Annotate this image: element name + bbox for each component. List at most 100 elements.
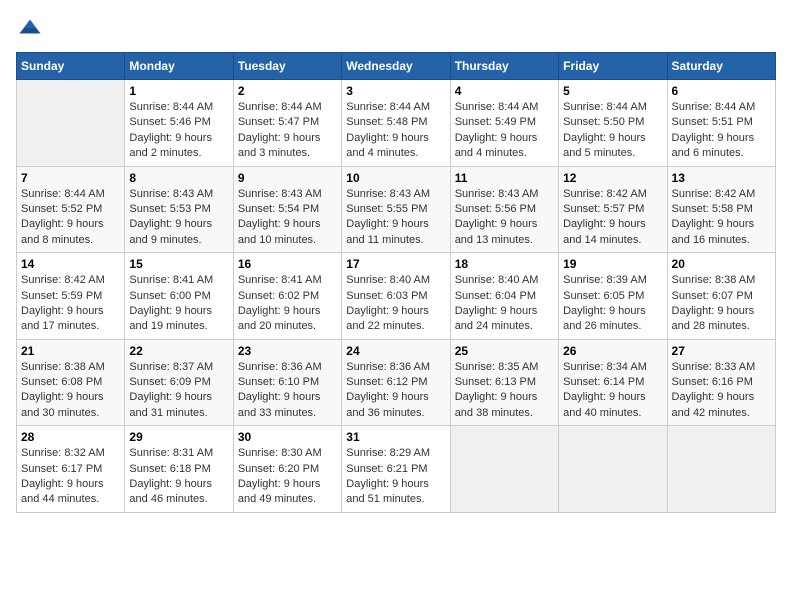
calendar-cell: 6 Sunrise: 8:44 AM Sunset: 5:51 PM Dayli… <box>667 80 775 167</box>
sunrise: Sunrise: 8:42 AM <box>563 188 647 200</box>
calendar-cell: 1 Sunrise: 8:44 AM Sunset: 5:46 PM Dayli… <box>125 80 233 167</box>
sunset: Sunset: 6:16 PM <box>672 376 753 388</box>
sunset: Sunset: 6:00 PM <box>129 290 210 302</box>
sunset: Sunset: 6:12 PM <box>346 376 427 388</box>
sunset: Sunset: 6:21 PM <box>346 463 427 475</box>
day-header-monday: Monday <box>125 53 233 80</box>
calendar-cell: 30 Sunrise: 8:30 AM Sunset: 6:20 PM Dayl… <box>233 426 341 513</box>
calendar-body: 1 Sunrise: 8:44 AM Sunset: 5:46 PM Dayli… <box>17 80 776 513</box>
sunset: Sunset: 6:03 PM <box>346 290 427 302</box>
day-info: Sunrise: 8:41 AM Sunset: 6:00 PM Dayligh… <box>129 273 228 335</box>
day-number: 2 <box>238 84 337 98</box>
sunrise: Sunrise: 8:36 AM <box>238 361 322 373</box>
days-header-row: SundayMondayTuesdayWednesdayThursdayFrid… <box>17 53 776 80</box>
daylight: Daylight: 9 hours and 2 minutes. <box>129 132 212 159</box>
day-info: Sunrise: 8:42 AM Sunset: 5:57 PM Dayligh… <box>563 187 662 249</box>
day-number: 19 <box>563 257 662 271</box>
day-header-tuesday: Tuesday <box>233 53 341 80</box>
logo-icon <box>16 16 44 44</box>
day-number: 8 <box>129 171 228 185</box>
sunset: Sunset: 6:18 PM <box>129 463 210 475</box>
day-info: Sunrise: 8:42 AM Sunset: 5:59 PM Dayligh… <box>21 273 120 335</box>
day-info: Sunrise: 8:44 AM Sunset: 5:46 PM Dayligh… <box>129 100 228 162</box>
day-number: 14 <box>21 257 120 271</box>
daylight: Daylight: 9 hours and 22 minutes. <box>346 305 429 332</box>
day-info: Sunrise: 8:33 AM Sunset: 6:16 PM Dayligh… <box>672 360 771 422</box>
daylight: Daylight: 9 hours and 44 minutes. <box>21 478 104 505</box>
calendar-cell <box>450 426 558 513</box>
day-number: 5 <box>563 84 662 98</box>
day-number: 23 <box>238 344 337 358</box>
daylight: Daylight: 9 hours and 30 minutes. <box>21 391 104 418</box>
sunset: Sunset: 5:57 PM <box>563 203 644 215</box>
day-info: Sunrise: 8:36 AM Sunset: 6:12 PM Dayligh… <box>346 360 445 422</box>
day-number: 13 <box>672 171 771 185</box>
day-info: Sunrise: 8:34 AM Sunset: 6:14 PM Dayligh… <box>563 360 662 422</box>
sunset: Sunset: 5:56 PM <box>455 203 536 215</box>
calendar-week-2: 7 Sunrise: 8:44 AM Sunset: 5:52 PM Dayli… <box>17 166 776 253</box>
daylight: Daylight: 9 hours and 19 minutes. <box>129 305 212 332</box>
day-header-saturday: Saturday <box>667 53 775 80</box>
sunrise: Sunrise: 8:40 AM <box>346 274 430 286</box>
sunrise: Sunrise: 8:44 AM <box>346 101 430 113</box>
day-info: Sunrise: 8:39 AM Sunset: 6:05 PM Dayligh… <box>563 273 662 335</box>
sunrise: Sunrise: 8:44 AM <box>21 188 105 200</box>
sunrise: Sunrise: 8:29 AM <box>346 447 430 459</box>
sunset: Sunset: 5:51 PM <box>672 116 753 128</box>
day-info: Sunrise: 8:42 AM Sunset: 5:58 PM Dayligh… <box>672 187 771 249</box>
day-header-wednesday: Wednesday <box>342 53 450 80</box>
day-info: Sunrise: 8:43 AM Sunset: 5:53 PM Dayligh… <box>129 187 228 249</box>
day-number: 15 <box>129 257 228 271</box>
sunset: Sunset: 5:53 PM <box>129 203 210 215</box>
daylight: Daylight: 9 hours and 6 minutes. <box>672 132 755 159</box>
sunrise: Sunrise: 8:32 AM <box>21 447 105 459</box>
day-number: 29 <box>129 430 228 444</box>
calendar-cell: 17 Sunrise: 8:40 AM Sunset: 6:03 PM Dayl… <box>342 253 450 340</box>
sunset: Sunset: 5:50 PM <box>563 116 644 128</box>
calendar-week-5: 28 Sunrise: 8:32 AM Sunset: 6:17 PM Dayl… <box>17 426 776 513</box>
day-info: Sunrise: 8:36 AM Sunset: 6:10 PM Dayligh… <box>238 360 337 422</box>
calendar-cell: 11 Sunrise: 8:43 AM Sunset: 5:56 PM Dayl… <box>450 166 558 253</box>
daylight: Daylight: 9 hours and 3 minutes. <box>238 132 321 159</box>
sunset: Sunset: 6:09 PM <box>129 376 210 388</box>
day-info: Sunrise: 8:43 AM Sunset: 5:55 PM Dayligh… <box>346 187 445 249</box>
calendar-cell: 8 Sunrise: 8:43 AM Sunset: 5:53 PM Dayli… <box>125 166 233 253</box>
day-number: 6 <box>672 84 771 98</box>
day-info: Sunrise: 8:44 AM Sunset: 5:49 PM Dayligh… <box>455 100 554 162</box>
calendar-cell: 29 Sunrise: 8:31 AM Sunset: 6:18 PM Dayl… <box>125 426 233 513</box>
day-info: Sunrise: 8:30 AM Sunset: 6:20 PM Dayligh… <box>238 446 337 508</box>
day-number: 25 <box>455 344 554 358</box>
day-info: Sunrise: 8:41 AM Sunset: 6:02 PM Dayligh… <box>238 273 337 335</box>
calendar-week-4: 21 Sunrise: 8:38 AM Sunset: 6:08 PM Dayl… <box>17 339 776 426</box>
calendar-cell: 18 Sunrise: 8:40 AM Sunset: 6:04 PM Dayl… <box>450 253 558 340</box>
calendar-week-1: 1 Sunrise: 8:44 AM Sunset: 5:46 PM Dayli… <box>17 80 776 167</box>
day-number: 22 <box>129 344 228 358</box>
sunrise: Sunrise: 8:43 AM <box>129 188 213 200</box>
day-info: Sunrise: 8:44 AM Sunset: 5:51 PM Dayligh… <box>672 100 771 162</box>
day-number: 12 <box>563 171 662 185</box>
calendar-cell <box>559 426 667 513</box>
day-number: 18 <box>455 257 554 271</box>
daylight: Daylight: 9 hours and 36 minutes. <box>346 391 429 418</box>
day-info: Sunrise: 8:37 AM Sunset: 6:09 PM Dayligh… <box>129 360 228 422</box>
sunset: Sunset: 6:14 PM <box>563 376 644 388</box>
sunrise: Sunrise: 8:41 AM <box>238 274 322 286</box>
day-info: Sunrise: 8:32 AM Sunset: 6:17 PM Dayligh… <box>21 446 120 508</box>
calendar-cell: 3 Sunrise: 8:44 AM Sunset: 5:48 PM Dayli… <box>342 80 450 167</box>
sunset: Sunset: 5:48 PM <box>346 116 427 128</box>
day-info: Sunrise: 8:40 AM Sunset: 6:04 PM Dayligh… <box>455 273 554 335</box>
daylight: Daylight: 9 hours and 14 minutes. <box>563 218 646 245</box>
day-info: Sunrise: 8:38 AM Sunset: 6:08 PM Dayligh… <box>21 360 120 422</box>
day-info: Sunrise: 8:31 AM Sunset: 6:18 PM Dayligh… <box>129 446 228 508</box>
daylight: Daylight: 9 hours and 49 minutes. <box>238 478 321 505</box>
sunrise: Sunrise: 8:37 AM <box>129 361 213 373</box>
sunrise: Sunrise: 8:44 AM <box>672 101 756 113</box>
day-header-friday: Friday <box>559 53 667 80</box>
calendar-cell: 26 Sunrise: 8:34 AM Sunset: 6:14 PM Dayl… <box>559 339 667 426</box>
day-number: 17 <box>346 257 445 271</box>
sunrise: Sunrise: 8:31 AM <box>129 447 213 459</box>
day-number: 20 <box>672 257 771 271</box>
sunrise: Sunrise: 8:40 AM <box>455 274 539 286</box>
sunset: Sunset: 6:02 PM <box>238 290 319 302</box>
day-info: Sunrise: 8:44 AM Sunset: 5:48 PM Dayligh… <box>346 100 445 162</box>
